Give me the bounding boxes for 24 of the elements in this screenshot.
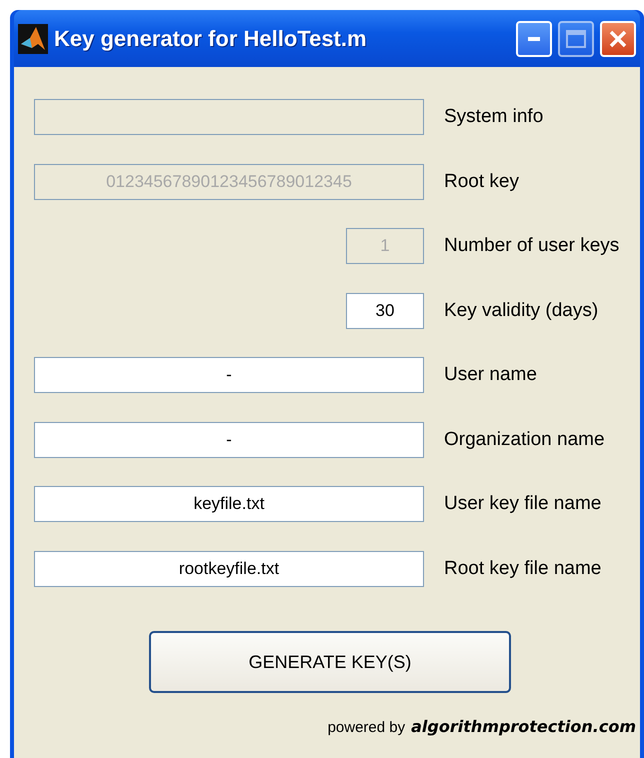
field-label: Root key file name xyxy=(444,558,602,580)
app-logo-icon xyxy=(18,24,48,54)
minimize-button[interactable] xyxy=(516,20,552,56)
text-field[interactable]: rootkeyfile.txt xyxy=(34,550,424,587)
text-field[interactable]: keyfile.txt xyxy=(34,486,424,522)
maximize-button[interactable] xyxy=(558,20,594,56)
field-label: System info xyxy=(444,106,544,128)
minimize-icon xyxy=(528,36,540,40)
generate-button[interactable]: GENERATE KEY(S) xyxy=(149,631,511,693)
brand-text: algorithmprotection.com xyxy=(411,717,636,736)
window-title: Key generator for HelloTest.m xyxy=(54,26,368,52)
close-button[interactable] xyxy=(600,20,636,56)
field-label: User name xyxy=(444,364,537,386)
text-field[interactable]: - xyxy=(34,357,424,394)
field-label: User key file name xyxy=(444,493,602,516)
text-field[interactable]: - xyxy=(34,422,424,458)
text-field[interactable]: 30 xyxy=(346,292,424,329)
field-label: Root key xyxy=(444,170,519,193)
close-icon xyxy=(608,28,628,48)
maximize-icon xyxy=(566,30,586,48)
field-label: Number of user keys xyxy=(444,235,620,258)
field-label: Key validity (days) xyxy=(444,300,598,322)
field-label: Organization name xyxy=(444,428,605,451)
powered-by-text: powered by xyxy=(328,719,406,736)
